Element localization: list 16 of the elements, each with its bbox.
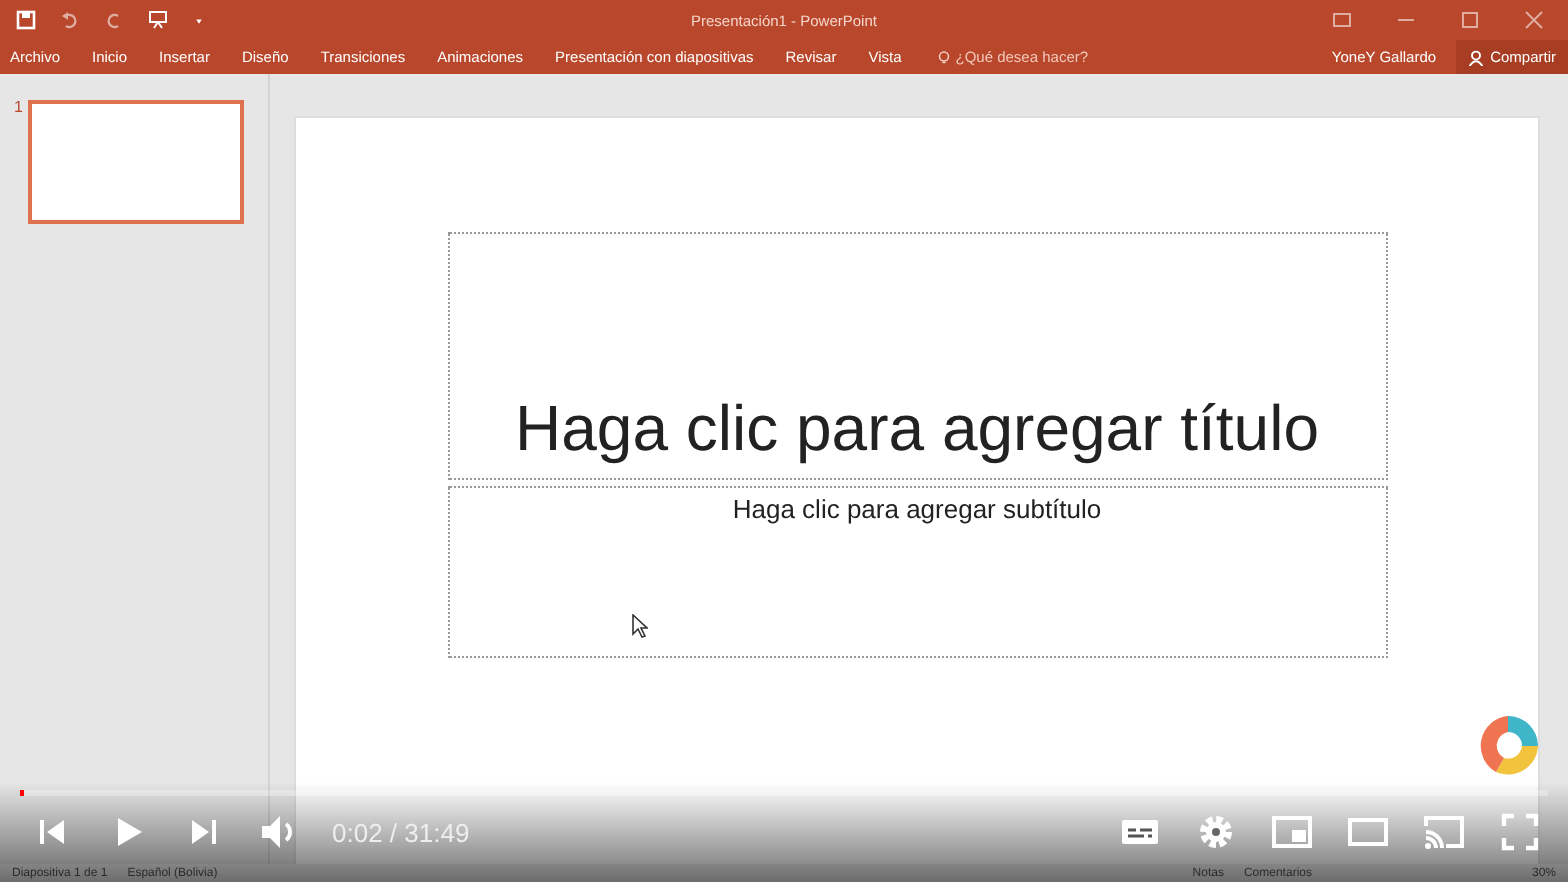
fullscreen-icon[interactable] bbox=[1496, 808, 1544, 856]
undo-icon[interactable] bbox=[60, 10, 80, 30]
title-placeholder[interactable]: Haga clic para agregar título bbox=[447, 232, 1387, 480]
cursor-icon bbox=[632, 614, 648, 638]
ribbon-options-icon[interactable] bbox=[1332, 10, 1352, 30]
save-icon[interactable] bbox=[16, 10, 36, 30]
slide-thumbnail[interactable] bbox=[28, 100, 245, 224]
person-icon bbox=[1468, 49, 1485, 65]
lightbulb-icon bbox=[937, 49, 950, 65]
time-display: 0:02 / 31:49 bbox=[332, 817, 470, 847]
presentation-icon[interactable] bbox=[148, 10, 168, 30]
close-icon[interactable] bbox=[1524, 10, 1544, 30]
maximize-icon[interactable] bbox=[1460, 10, 1480, 30]
slide-number: 1 bbox=[14, 98, 23, 116]
redo-icon[interactable] bbox=[104, 10, 124, 30]
subtitle-placeholder[interactable]: Haga clic para agregar subtítulo bbox=[447, 486, 1387, 658]
